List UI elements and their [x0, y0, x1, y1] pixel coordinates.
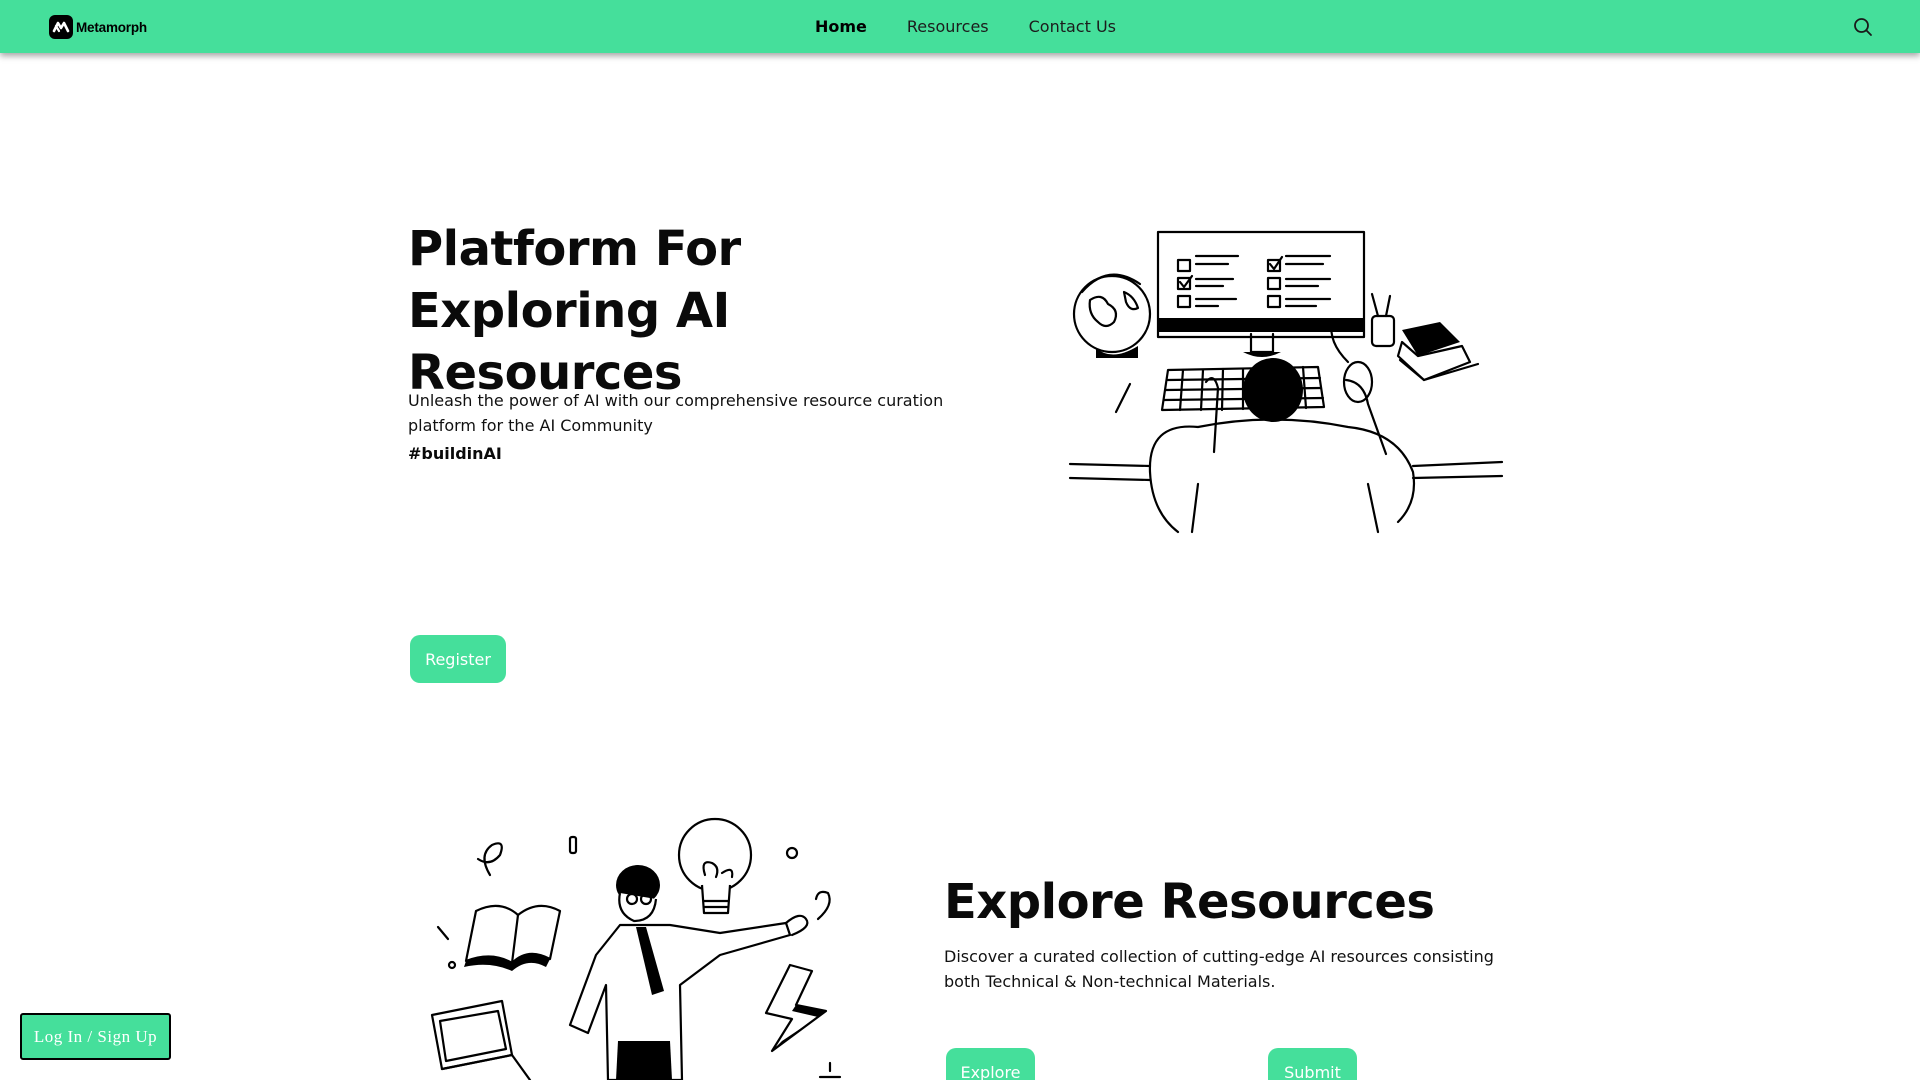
metamorph-logo-icon [49, 15, 73, 39]
hero-description: Unleash the power of AI with our compreh… [408, 391, 944, 435]
search-icon[interactable] [1852, 16, 1874, 38]
brand-logo-link[interactable]: Metamorph [49, 15, 147, 39]
register-button[interactable]: Register [410, 635, 506, 683]
person-at-computer-illustration [1068, 222, 1508, 542]
explore-button[interactable]: Explore [946, 1048, 1035, 1080]
brand-name: Metamorph [76, 19, 147, 35]
nav-resources[interactable]: Resources [907, 17, 989, 36]
nav-home[interactable]: Home [815, 17, 867, 36]
main-nav: Home Resources Contact Us [815, 0, 1116, 53]
submit-button[interactable]: Submit [1268, 1048, 1357, 1080]
nav-contact-us[interactable]: Contact Us [1029, 17, 1116, 36]
hero-title: Platform For Exploring AI Resources [408, 221, 741, 401]
explore-section-description: Discover a curated collection of cutting… [944, 947, 1494, 991]
teacher-with-ideas-illustration [420, 815, 860, 1080]
login-signup-button[interactable]: Log In / Sign Up [20, 1013, 171, 1060]
top-navbar: Metamorph Home Resources Contact Us [0, 0, 1920, 53]
explore-section-title: Explore Resources [944, 874, 1435, 930]
hero-hashtag: #buildinAI [408, 444, 502, 463]
